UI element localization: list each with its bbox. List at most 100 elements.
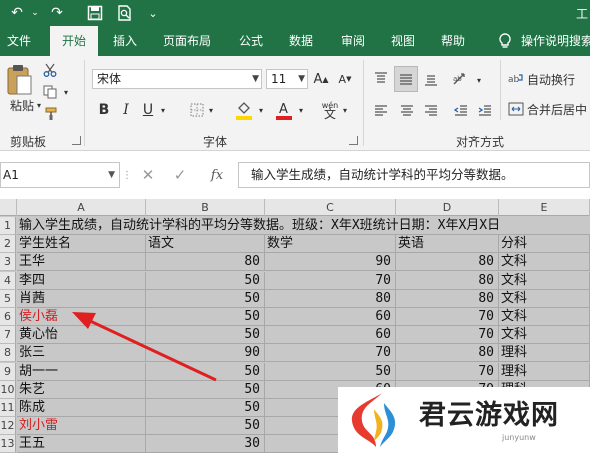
- shrink-font-button[interactable]: A ▼: [336, 69, 354, 89]
- paint-bucket-icon: [236, 102, 252, 120]
- separator: [500, 60, 501, 120]
- redo-icon: ↷: [51, 5, 63, 21]
- chevron-down-icon: ▼: [298, 74, 305, 84]
- align-left-icon: [375, 105, 387, 116]
- underline-dropdown[interactable]: ▾: [158, 104, 168, 116]
- group-label-clipboard: 剪贴板: [10, 135, 47, 149]
- orientation-button[interactable]: ab: [450, 68, 472, 90]
- enter-button[interactable]: ✓: [170, 165, 190, 185]
- print-preview-button[interactable]: [114, 3, 136, 23]
- scissors-icon: [43, 63, 57, 77]
- align-middle-button[interactable]: [394, 66, 418, 92]
- underline-button[interactable]: U: [140, 100, 156, 120]
- increase-indent-button[interactable]: [474, 100, 496, 122]
- borders-dropdown[interactable]: ▾: [206, 104, 216, 116]
- tab-insert[interactable]: 插入: [106, 26, 144, 56]
- copy-dropdown[interactable]: ▾: [62, 86, 70, 98]
- align-bottom-icon: [425, 75, 437, 86]
- tab-page-layout[interactable]: 页面布局: [156, 26, 218, 56]
- group-label-font: 字体: [203, 135, 228, 149]
- tab-help[interactable]: 帮助: [434, 26, 472, 56]
- logo-icon: [351, 393, 396, 447]
- ribbon-tabs: 文件 开始 插入 页面布局 公式 数据 审阅 视图 帮助 操作说明搜索: [0, 26, 590, 56]
- redo-button[interactable]: ↷: [46, 3, 68, 23]
- insert-function-button[interactable]: fx: [206, 165, 228, 185]
- grow-font-button[interactable]: A ▲: [312, 69, 330, 89]
- paste-button[interactable]: [4, 62, 34, 98]
- align-center-icon: [401, 105, 413, 116]
- border-icon: [190, 103, 204, 117]
- fill-color-dropdown[interactable]: ▾: [256, 104, 266, 116]
- wrap-text-icon: ab: [508, 74, 523, 85]
- tab-formulas[interactable]: 公式: [232, 26, 270, 56]
- font-color-button[interactable]: A: [274, 98, 294, 122]
- align-middle-icon: [400, 74, 412, 85]
- undo-button[interactable]: ↶: [6, 3, 28, 23]
- clipboard-launcher[interactable]: [72, 136, 81, 145]
- paintbrush-icon: [45, 107, 57, 120]
- wrap-text-button[interactable]: ab 自动换行: [508, 70, 590, 88]
- separator: [363, 60, 364, 146]
- font-color-dropdown[interactable]: ▾: [296, 104, 306, 116]
- chevron-down-icon: ▼: [108, 170, 115, 180]
- copy-icon: [43, 85, 57, 99]
- chevron-down-icon: ▼: [252, 74, 259, 84]
- undo-icon: ↶: [11, 5, 23, 21]
- svg-text:A: A: [279, 102, 288, 117]
- align-left-button[interactable]: [370, 100, 392, 122]
- save-button[interactable]: [84, 3, 106, 23]
- font-color-icon: A: [276, 102, 292, 120]
- font-size-combo[interactable]: 11 ▼: [266, 69, 308, 89]
- clipboard-icon: [7, 65, 32, 95]
- group-label-alignment: 对齐方式: [456, 135, 505, 149]
- phonetic-dropdown[interactable]: ▾: [340, 104, 350, 116]
- tab-data[interactable]: 数据: [282, 26, 320, 56]
- check-icon: ✓: [173, 166, 187, 184]
- svg-text:ab: ab: [508, 75, 520, 85]
- font-launcher[interactable]: [349, 136, 358, 145]
- ribbon-home: 粘贴 ▾ ▾ 剪贴板 宋体 ▼ 11 ▼ A ▲ A ▼ B I U ▾ ▾ ▾ A ▾…: [0, 56, 590, 151]
- formula-buttons: ⋮ ✕ ✓ fx: [122, 162, 234, 188]
- formula-input[interactable]: 输入学生成绩，自动统计学科的平均分等数据。: [238, 162, 590, 188]
- font-name-combo[interactable]: 宋体 ▼: [92, 69, 262, 89]
- watermark-subtext: junyunw: [502, 433, 536, 442]
- text-orientation-icon: ab: [453, 73, 465, 85]
- separator: [84, 60, 85, 146]
- tab-file[interactable]: 文件: [0, 26, 38, 56]
- align-right-button[interactable]: [420, 100, 442, 122]
- cut-button[interactable]: [42, 62, 58, 78]
- merge-center-button[interactable]: 合并后居中: [508, 100, 590, 118]
- tell-me-search[interactable]: 操作说明搜索: [521, 26, 590, 56]
- phonetic-button[interactable]: wén 文: [318, 98, 342, 122]
- title-bar: ↶ ⌄ ↷ ⌄ 工: [0, 0, 590, 26]
- align-center-button[interactable]: [396, 100, 418, 122]
- watermark-text: 君云游戏网: [419, 400, 559, 431]
- watermark-logo: 君云游戏网 junyunw: [338, 387, 590, 453]
- svg-text:ab: ab: [453, 75, 462, 83]
- decrease-indent-icon: [453, 105, 467, 116]
- italic-button[interactable]: I: [118, 100, 134, 120]
- save-icon: [87, 5, 103, 21]
- align-right-icon: [425, 105, 437, 116]
- tab-home[interactable]: 开始: [50, 26, 98, 56]
- bold-button[interactable]: B: [96, 100, 112, 120]
- increase-indent-icon: [478, 105, 491, 116]
- tab-review[interactable]: 审阅: [334, 26, 372, 56]
- align-top-button[interactable]: [370, 68, 392, 90]
- borders-button[interactable]: [188, 100, 206, 120]
- name-box[interactable]: A1 ▼: [0, 162, 120, 188]
- align-bottom-button[interactable]: [420, 68, 442, 90]
- tab-view[interactable]: 视图: [384, 26, 422, 56]
- format-painter-button[interactable]: [42, 106, 60, 122]
- orientation-dropdown[interactable]: ▾: [474, 74, 484, 86]
- undo-dropdown[interactable]: ⌄: [30, 3, 40, 23]
- decrease-indent-button[interactable]: [450, 100, 472, 122]
- align-top-icon: [375, 72, 387, 83]
- close-icon: ✕: [141, 166, 155, 184]
- customize-qat-button[interactable]: ⌄: [146, 3, 160, 23]
- window-title: 工: [575, 7, 588, 21]
- fill-color-button[interactable]: [234, 98, 254, 122]
- copy-button[interactable]: [42, 84, 58, 100]
- formula-bar: A1 ▼ ⋮ ✕ ✓ fx 输入学生成绩，自动统计学科的平均分等数据。: [0, 157, 590, 195]
- cancel-button[interactable]: ✕: [138, 165, 158, 185]
